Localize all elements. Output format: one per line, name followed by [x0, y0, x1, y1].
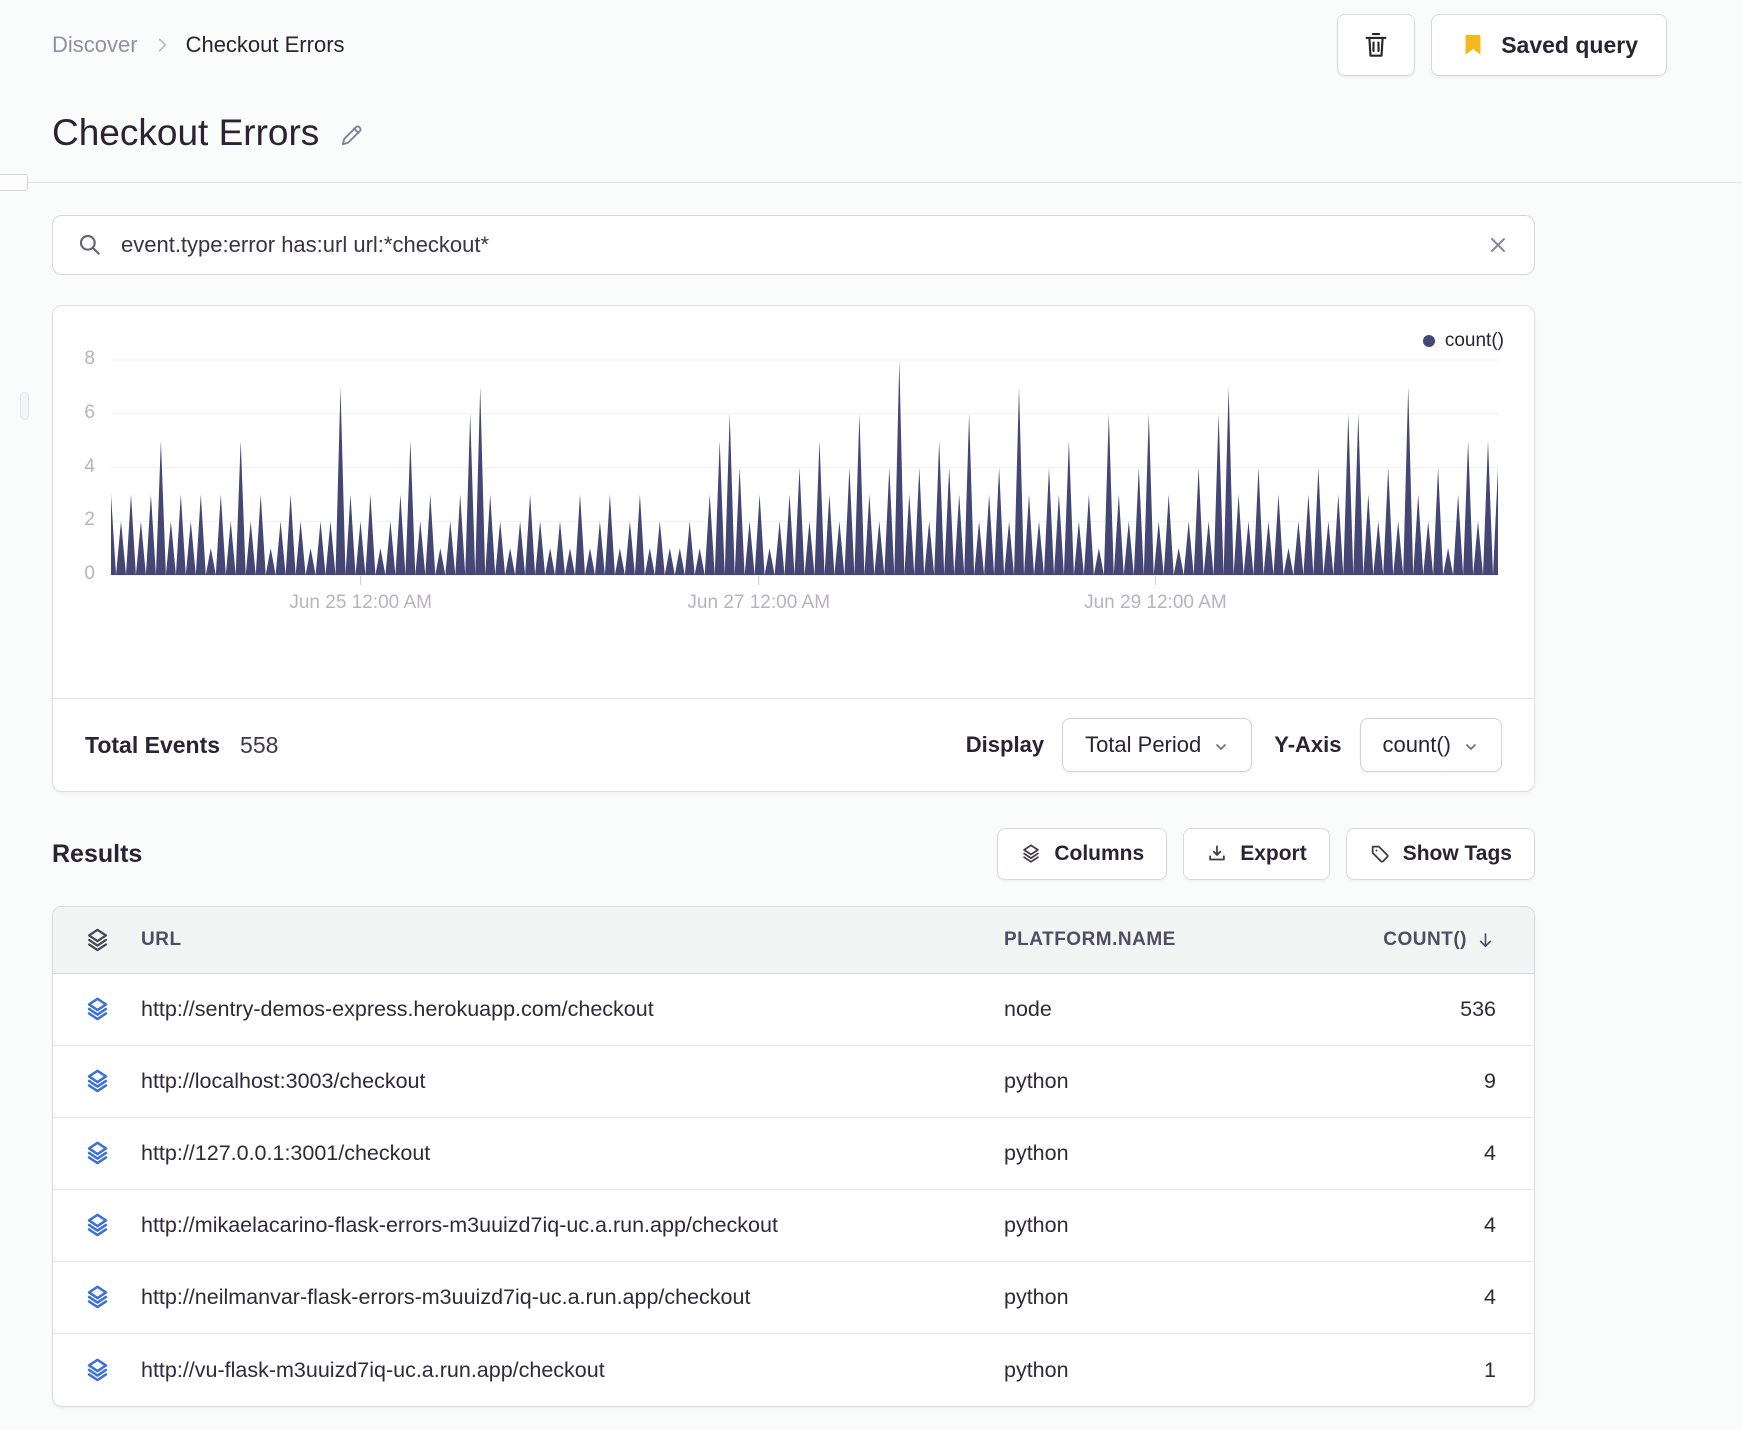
x-axis-label: Jun 29 12:00 AM: [1084, 592, 1227, 613]
table-row[interactable]: http://neilmanvar-flask-errors-m3uuizd7i…: [53, 1262, 1534, 1334]
columns-button-label: Columns: [1054, 842, 1145, 865]
count-cell[interactable]: 536: [1334, 997, 1534, 1022]
y-axis-select[interactable]: count(): [1359, 718, 1502, 772]
display-label: Display: [965, 732, 1045, 757]
show-tags-button[interactable]: Show Tags: [1345, 828, 1535, 880]
delete-query-button[interactable]: [1337, 14, 1416, 76]
page-title: Checkout Errors: [52, 112, 320, 153]
saved-query-button[interactable]: Saved query: [1431, 14, 1667, 76]
edit-title-pencil-icon[interactable]: [337, 122, 365, 150]
search-input[interactable]: event.type:error has:url url:*checkout*: [52, 215, 1535, 275]
x-axis-label: Jun 25 12:00 AM: [289, 592, 432, 613]
breadcrumb-discover[interactable]: Discover: [52, 32, 138, 58]
platform-cell[interactable]: node: [1004, 997, 1334, 1022]
display-select-value: Total Period: [1085, 732, 1202, 757]
stack-icon[interactable]: [84, 1068, 111, 1095]
display-select[interactable]: Total Period: [1062, 718, 1253, 772]
url-cell[interactable]: http://sentry-demos-express.herokuapp.co…: [141, 997, 1004, 1022]
page-header: Discover Checkout Errors Saved query: [0, 0, 1742, 76]
stack-icon[interactable]: [84, 1357, 111, 1384]
count-cell[interactable]: 9: [1334, 1069, 1534, 1094]
total-events-label: Total Events: [85, 731, 221, 758]
column-header-url[interactable]: URL: [141, 929, 1004, 951]
scroll-nub[interactable]: [20, 392, 29, 420]
export-button-label: Export: [1240, 842, 1307, 865]
y-axis-label: Y-Axis: [1274, 732, 1342, 757]
total-events: Total Events 558: [85, 732, 278, 759]
results-title: Results: [52, 839, 143, 868]
chevron-down-icon: [1463, 739, 1479, 755]
header-actions: Saved query: [1337, 14, 1667, 76]
breadcrumb-current: Checkout Errors: [185, 32, 345, 57]
table-row[interactable]: http://sentry-demos-express.herokuapp.co…: [53, 974, 1534, 1046]
show-tags-button-label: Show Tags: [1402, 842, 1512, 865]
results-table: URL PLATFORM.NAME COUNT() http://sentry-…: [52, 906, 1535, 1407]
tag-icon: [1369, 843, 1391, 865]
stack-icon[interactable]: [84, 1140, 111, 1167]
url-cell[interactable]: http://neilmanvar-flask-errors-m3uuizd7i…: [141, 1285, 1004, 1310]
download-icon: [1206, 843, 1228, 865]
chevron-down-icon: [1213, 739, 1229, 755]
count-cell[interactable]: 4: [1334, 1141, 1534, 1166]
platform-cell[interactable]: python: [1004, 1285, 1334, 1310]
search-query-text: event.type:error has:url url:*checkout*: [121, 232, 490, 257]
count-cell[interactable]: 4: [1334, 1285, 1534, 1310]
header-divider: [0, 174, 1742, 191]
url-cell[interactable]: http://mikaelacarino-flask-errors-m3uuiz…: [141, 1213, 1004, 1238]
platform-cell[interactable]: python: [1004, 1213, 1334, 1238]
search-icon: [77, 232, 103, 258]
panel-collapse-handle[interactable]: [0, 174, 28, 191]
platform-cell[interactable]: python: [1004, 1358, 1334, 1383]
y-axis-select-value: count(): [1382, 732, 1451, 757]
count-cell[interactable]: 1: [1334, 1358, 1534, 1383]
url-cell[interactable]: http://localhost:3003/checkout: [141, 1069, 1004, 1094]
columns-button[interactable]: Columns: [997, 828, 1168, 880]
x-axis-label: Jun 27 12:00 AM: [687, 592, 831, 613]
y-axis-tick: 4: [84, 456, 95, 477]
stack-icon[interactable]: [84, 1212, 111, 1239]
table-row[interactable]: http://localhost:3003/checkout python 9: [53, 1046, 1534, 1118]
column-header-platform[interactable]: PLATFORM.NAME: [1004, 929, 1334, 951]
layers-icon: [1020, 843, 1042, 865]
y-axis-tick: 8: [84, 348, 95, 369]
stack-icon[interactable]: [84, 996, 111, 1023]
saved-query-label: Saved query: [1501, 31, 1638, 58]
bookmark-icon: [1460, 32, 1486, 58]
platform-cell[interactable]: python: [1004, 1141, 1334, 1166]
chevron-right-icon: [152, 35, 172, 55]
chart-footer: Total Events 558 Display Total Period Y-…: [53, 698, 1534, 791]
breadcrumb: Discover Checkout Errors: [52, 14, 345, 58]
table-row[interactable]: http://vu-flask-m3uuizd7iq-uc.a.run.app/…: [53, 1334, 1534, 1406]
table-row[interactable]: http://127.0.0.1:3001/checkout python 4: [53, 1118, 1534, 1190]
sort-descending-icon: [1475, 930, 1496, 951]
area-chart-plot: [111, 359, 1498, 585]
event-volume-chart-card: count() 8 6 4 2 0 Jun 25 12:00 AM Jun 27 …: [52, 305, 1535, 792]
table-row[interactable]: http://mikaelacarino-flask-errors-m3uuiz…: [53, 1190, 1534, 1262]
count-header-label: COUNT(): [1383, 929, 1467, 950]
url-cell[interactable]: http://127.0.0.1:3001/checkout: [141, 1141, 1004, 1166]
trash-icon: [1361, 30, 1391, 60]
export-button[interactable]: Export: [1183, 828, 1330, 880]
column-header-count[interactable]: COUNT(): [1334, 929, 1534, 951]
count-cell[interactable]: 4: [1334, 1213, 1534, 1238]
y-axis-tick: 2: [84, 509, 95, 530]
y-axis-tick: 6: [84, 402, 95, 423]
y-axis-tick: 0: [84, 563, 95, 584]
table-header-row: URL PLATFORM.NAME COUNT(): [53, 907, 1534, 974]
stack-icon: [84, 927, 111, 954]
clear-search-icon[interactable]: [1486, 233, 1510, 257]
total-events-value: 558: [240, 731, 279, 758]
platform-cell[interactable]: python: [1004, 1069, 1334, 1094]
url-cell[interactable]: http://vu-flask-m3uuizd7iq-uc.a.run.app/…: [141, 1358, 1004, 1383]
event-volume-chart: count() 8 6 4 2 0 Jun 25 12:00 AM Jun 27 …: [53, 306, 1534, 698]
stack-icon[interactable]: [84, 1284, 111, 1311]
